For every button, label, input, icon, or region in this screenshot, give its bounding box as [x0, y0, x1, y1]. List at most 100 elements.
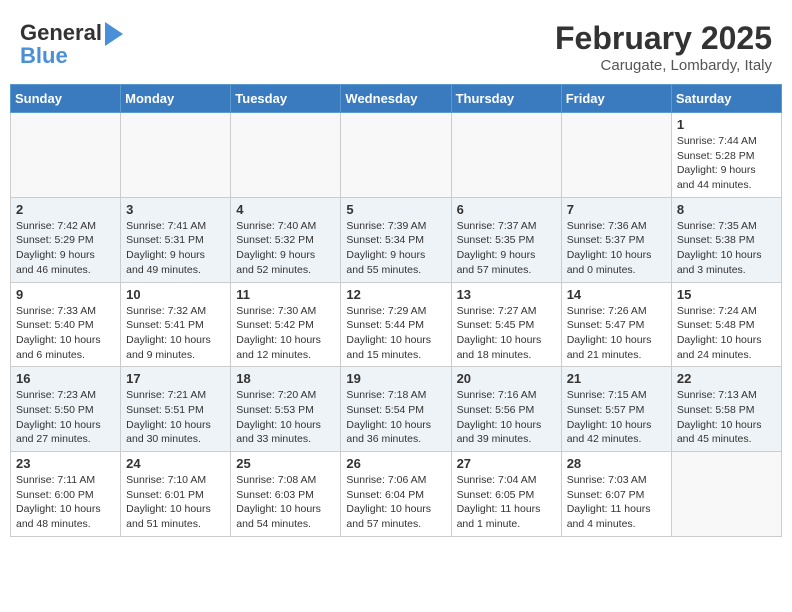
day-number: 19	[346, 371, 445, 386]
calendar-cell: 2 Sunrise: 7:42 AM Sunset: 5:29 PM Daylig…	[11, 197, 121, 282]
day-number: 8	[677, 202, 776, 217]
day-info: Sunrise: 7:30 AM Sunset: 5:42 PM Dayligh…	[236, 304, 335, 363]
day-info: Sunrise: 7:26 AM Sunset: 5:47 PM Dayligh…	[567, 304, 666, 363]
day-number: 21	[567, 371, 666, 386]
calendar-cell: 4Sunrise: 7:40 AM Sunset: 5:32 PM Daylig…	[231, 197, 341, 282]
calendar-cell: 9 Sunrise: 7:33 AM Sunset: 5:40 PM Daylig…	[11, 282, 121, 367]
day-info: Sunrise: 7:06 AM Sunset: 6:04 PM Dayligh…	[346, 473, 445, 532]
day-number: 13	[457, 287, 556, 302]
calendar-cell: 21 Sunrise: 7:15 AM Sunset: 5:57 PM Dayli…	[561, 367, 671, 452]
day-number: 17	[126, 371, 225, 386]
calendar-cell	[121, 113, 231, 198]
day-info: Sunrise: 7:24 AM Sunset: 5:48 PM Dayligh…	[677, 304, 776, 363]
day-number: 12	[346, 287, 445, 302]
day-info: Sunrise: 7:16 AM Sunset: 5:56 PM Dayligh…	[457, 388, 556, 447]
day-info: Sunrise: 7:03 AM Sunset: 6:07 PM Dayligh…	[567, 473, 666, 532]
day-header-tuesday: Tuesday	[231, 85, 341, 113]
calendar-cell: 14 Sunrise: 7:26 AM Sunset: 5:47 PM Dayli…	[561, 282, 671, 367]
day-header-monday: Monday	[121, 85, 231, 113]
day-info: Sunrise: 7:42 AM Sunset: 5:29 PM Dayligh…	[16, 219, 115, 278]
day-number: 18	[236, 371, 335, 386]
calendar-cell	[671, 452, 781, 537]
day-number: 28	[567, 456, 666, 471]
calendar-week-row: 23 Sunrise: 7:11 AM Sunset: 6:00 PM Dayli…	[11, 452, 782, 537]
day-info: Sunrise: 7:27 AM Sunset: 5:45 PM Dayligh…	[457, 304, 556, 363]
logo-arrow-icon	[105, 22, 123, 46]
calendar-cell: 8 Sunrise: 7:35 AM Sunset: 5:38 PM Daylig…	[671, 197, 781, 282]
calendar-cell: 6Sunrise: 7:37 AM Sunset: 5:35 PM Daylig…	[451, 197, 561, 282]
page-header: General Blue February 2025 Carugate, Lom…	[10, 10, 782, 79]
calendar-week-row: 2 Sunrise: 7:42 AM Sunset: 5:29 PM Daylig…	[11, 197, 782, 282]
calendar-cell: 7Sunrise: 7:36 AM Sunset: 5:37 PM Daylig…	[561, 197, 671, 282]
day-info: Sunrise: 7:44 AM Sunset: 5:28 PM Dayligh…	[677, 134, 776, 193]
day-info: Sunrise: 7:39 AM Sunset: 5:34 PM Dayligh…	[346, 219, 445, 278]
calendar-cell	[231, 113, 341, 198]
calendar-cell: 23 Sunrise: 7:11 AM Sunset: 6:00 PM Dayli…	[11, 452, 121, 537]
calendar-cell: 25Sunrise: 7:08 AM Sunset: 6:03 PM Dayli…	[231, 452, 341, 537]
calendar-cell: 20 Sunrise: 7:16 AM Sunset: 5:56 PM Dayli…	[451, 367, 561, 452]
day-number: 23	[16, 456, 115, 471]
calendar-cell: 22 Sunrise: 7:13 AM Sunset: 5:58 PM Dayli…	[671, 367, 781, 452]
calendar-cell: 26 Sunrise: 7:06 AM Sunset: 6:04 PM Dayli…	[341, 452, 451, 537]
day-number: 14	[567, 287, 666, 302]
day-number: 25	[236, 456, 335, 471]
day-number: 16	[16, 371, 115, 386]
calendar-week-row: 16Sunrise: 7:23 AM Sunset: 5:50 PM Dayli…	[11, 367, 782, 452]
calendar-cell: 17 Sunrise: 7:21 AM Sunset: 5:51 PM Dayli…	[121, 367, 231, 452]
day-info: Sunrise: 7:41 AM Sunset: 5:31 PM Dayligh…	[126, 219, 225, 278]
day-number: 11	[236, 287, 335, 302]
day-number: 9	[16, 287, 115, 302]
calendar-cell: 10 Sunrise: 7:32 AM Sunset: 5:41 PM Dayli…	[121, 282, 231, 367]
day-number: 7	[567, 202, 666, 217]
calendar-cell: 5 Sunrise: 7:39 AM Sunset: 5:34 PM Daylig…	[341, 197, 451, 282]
calendar-header-row: SundayMondayTuesdayWednesdayThursdayFrid…	[11, 85, 782, 113]
day-info: Sunrise: 7:32 AM Sunset: 5:41 PM Dayligh…	[126, 304, 225, 363]
day-number: 22	[677, 371, 776, 386]
day-info: Sunrise: 7:20 AM Sunset: 5:53 PM Dayligh…	[236, 388, 335, 447]
calendar-cell	[561, 113, 671, 198]
day-number: 26	[346, 456, 445, 471]
day-number: 20	[457, 371, 556, 386]
day-number: 2	[16, 202, 115, 217]
calendar-cell: 16Sunrise: 7:23 AM Sunset: 5:50 PM Dayli…	[11, 367, 121, 452]
day-number: 15	[677, 287, 776, 302]
day-number: 10	[126, 287, 225, 302]
day-header-sunday: Sunday	[11, 85, 121, 113]
calendar-cell: 12 Sunrise: 7:29 AM Sunset: 5:44 PM Dayli…	[341, 282, 451, 367]
calendar-week-row: 9 Sunrise: 7:33 AM Sunset: 5:40 PM Daylig…	[11, 282, 782, 367]
calendar-cell: 1 Sunrise: 7:44 AM Sunset: 5:28 PM Daylig…	[671, 113, 781, 198]
day-info: Sunrise: 7:33 AM Sunset: 5:40 PM Dayligh…	[16, 304, 115, 363]
calendar-cell: 28 Sunrise: 7:03 AM Sunset: 6:07 PM Dayli…	[561, 452, 671, 537]
day-number: 1	[677, 117, 776, 132]
day-header-wednesday: Wednesday	[341, 85, 451, 113]
logo-text: General	[20, 21, 102, 45]
calendar-cell: 24 Sunrise: 7:10 AM Sunset: 6:01 PM Dayli…	[121, 452, 231, 537]
day-info: Sunrise: 7:37 AM Sunset: 5:35 PM Dayligh…	[457, 219, 556, 278]
day-number: 27	[457, 456, 556, 471]
day-header-saturday: Saturday	[671, 85, 781, 113]
day-info: Sunrise: 7:21 AM Sunset: 5:51 PM Dayligh…	[126, 388, 225, 447]
month-title: February 2025	[555, 20, 772, 57]
day-info: Sunrise: 7:29 AM Sunset: 5:44 PM Dayligh…	[346, 304, 445, 363]
day-info: Sunrise: 7:15 AM Sunset: 5:57 PM Dayligh…	[567, 388, 666, 447]
calendar-cell: 18 Sunrise: 7:20 AM Sunset: 5:53 PM Dayli…	[231, 367, 341, 452]
day-info: Sunrise: 7:04 AM Sunset: 6:05 PM Dayligh…	[457, 473, 556, 532]
calendar-cell: 27 Sunrise: 7:04 AM Sunset: 6:05 PM Dayli…	[451, 452, 561, 537]
title-block: February 2025 Carugate, Lombardy, Italy	[555, 20, 772, 74]
calendar-cell: 19Sunrise: 7:18 AM Sunset: 5:54 PM Dayli…	[341, 367, 451, 452]
calendar-cell: 13 Sunrise: 7:27 AM Sunset: 5:45 PM Dayli…	[451, 282, 561, 367]
day-info: Sunrise: 7:13 AM Sunset: 5:58 PM Dayligh…	[677, 388, 776, 447]
day-header-thursday: Thursday	[451, 85, 561, 113]
day-number: 5	[346, 202, 445, 217]
day-info: Sunrise: 7:35 AM Sunset: 5:38 PM Dayligh…	[677, 219, 776, 278]
calendar-cell: 11 Sunrise: 7:30 AM Sunset: 5:42 PM Dayli…	[231, 282, 341, 367]
day-number: 3	[126, 202, 225, 217]
logo: General Blue	[20, 20, 123, 68]
calendar-table: SundayMondayTuesdayWednesdayThursdayFrid…	[10, 84, 782, 537]
calendar-cell	[451, 113, 561, 198]
calendar-cell	[341, 113, 451, 198]
calendar-cell: 3 Sunrise: 7:41 AM Sunset: 5:31 PM Daylig…	[121, 197, 231, 282]
day-info: Sunrise: 7:11 AM Sunset: 6:00 PM Dayligh…	[16, 473, 115, 532]
day-number: 24	[126, 456, 225, 471]
day-info: Sunrise: 7:10 AM Sunset: 6:01 PM Dayligh…	[126, 473, 225, 532]
